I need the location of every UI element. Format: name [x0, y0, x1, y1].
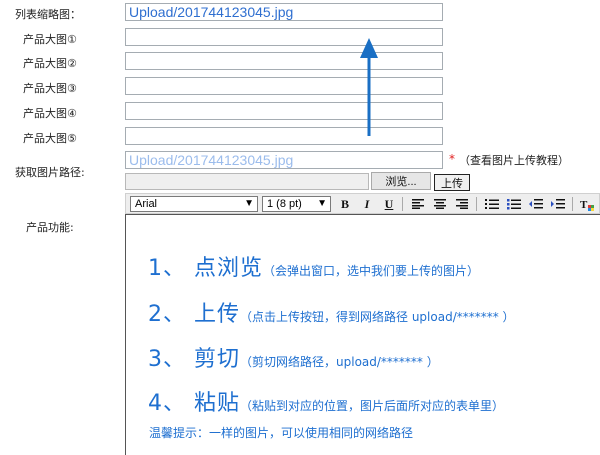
up-arrow-annotation [360, 38, 378, 136]
